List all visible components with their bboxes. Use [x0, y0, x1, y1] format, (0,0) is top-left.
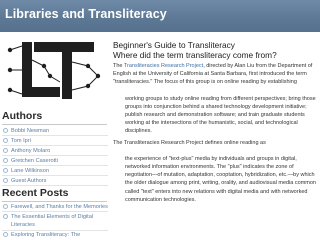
recent-posts-heading: Recent Posts — [2, 187, 69, 199]
author-link[interactable]: Guest Authors — [2, 176, 108, 186]
lt-monogram-logo[interactable] — [2, 40, 106, 104]
authors-divider — [2, 124, 107, 125]
bullet-icon — [3, 178, 8, 183]
author-link[interactable]: Anthony Molaro — [2, 146, 108, 156]
post-title: Beginner's Guide to Transliteracy — [113, 40, 235, 50]
author-name[interactable]: Tom Ipri — [11, 138, 31, 144]
post-subtitle: Where did the term transliteracy come fr… — [113, 50, 277, 60]
intro-prefix: The — [113, 63, 124, 69]
author-link[interactable]: Lane Wilkinson — [2, 166, 108, 176]
author-name[interactable]: Gretchen Caserotti — [11, 158, 58, 164]
bullet-icon — [3, 232, 8, 238]
site-title[interactable]: Libraries and Transliteracy — [5, 7, 167, 21]
site-header: Libraries and Transliteracy — [0, 0, 320, 32]
recent-post-title[interactable]: Farewell, and Thanks for the Memories — [11, 204, 108, 210]
bullet-icon — [3, 128, 8, 133]
transliteracies-project-link[interactable]: Transliteracies Research Project — [124, 63, 203, 69]
authors-list: Bobbi Newman Tom Ipri Anthony Molaro Gre… — [2, 126, 108, 186]
recent-post-title[interactable]: Exploring Transliteracy: The — [11, 232, 80, 238]
author-name[interactable]: Anthony Molaro — [11, 148, 50, 154]
bullet-icon — [3, 158, 8, 163]
recent-post-link[interactable]: Exploring Transliteracy: The — [2, 231, 108, 240]
author-link[interactable]: Gretchen Caserotti — [2, 156, 108, 166]
bullet-icon — [3, 214, 8, 219]
author-link[interactable]: Bobbi Newman — [2, 126, 108, 136]
authors-heading: Authors — [2, 110, 43, 122]
bullet-icon — [3, 138, 8, 143]
recent-post-link[interactable]: The Essential Elements of Digital Litera… — [2, 212, 108, 231]
bullet-icon — [3, 203, 8, 209]
blockquote-2: the experience of "text-plus" media by i… — [125, 155, 316, 203]
recent-posts-list: Farewell, and Thanks for the Memories Th… — [2, 202, 108, 240]
intro-paragraph: The Transliteracies Research Project, di… — [113, 62, 318, 87]
recent-post-title[interactable]: The Essential Elements of Digital Litera… — [11, 214, 93, 228]
recent-post-link[interactable]: Farewell, and Thanks for the Memories — [2, 202, 108, 213]
bullet-icon — [3, 148, 8, 153]
paragraph-2: The Transliteracies Research Project def… — [113, 139, 266, 146]
author-link[interactable]: Tom Ipri — [2, 136, 108, 146]
blockquote-1: working groups to study online reading f… — [125, 95, 316, 135]
article: Beginner's Guide to Transliteracy Where … — [113, 40, 318, 204]
bullet-icon — [3, 168, 8, 173]
author-name[interactable]: Lane Wilkinson — [11, 168, 49, 174]
author-name[interactable]: Bobbi Newman — [11, 128, 49, 134]
author-name[interactable]: Guest Authors — [11, 178, 46, 184]
